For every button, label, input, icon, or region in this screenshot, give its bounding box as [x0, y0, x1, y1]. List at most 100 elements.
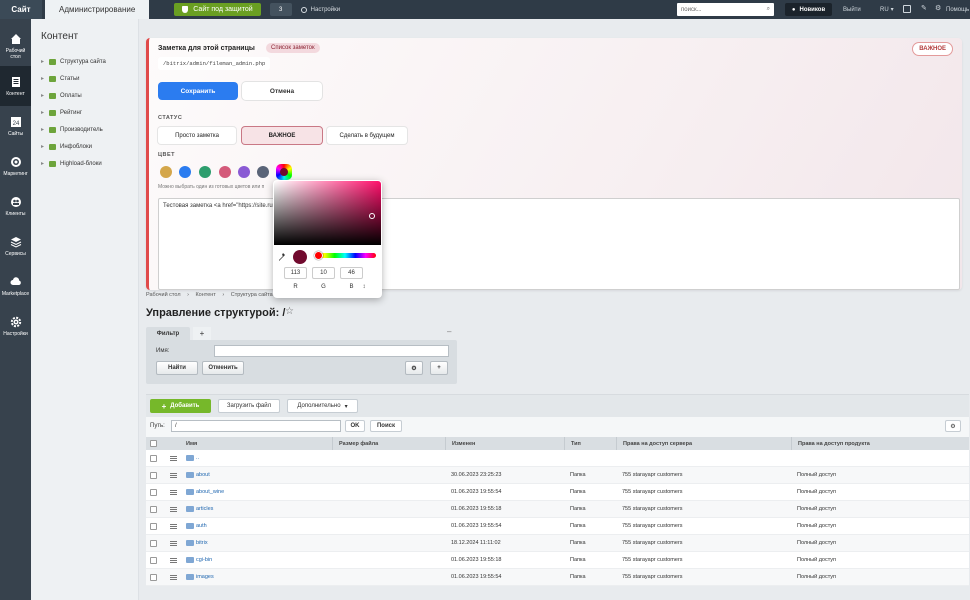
chevron-right-icon[interactable]: ▸ [41, 58, 47, 65]
row-menu-icon[interactable] [169, 557, 177, 563]
notifications-button[interactable]: 3 [269, 3, 292, 16]
eyedropper-icon[interactable] [279, 253, 285, 261]
row-checkbox[interactable] [149, 556, 157, 564]
filter-add-field-button[interactable]: + [430, 361, 448, 375]
row-menu-icon[interactable] [169, 472, 177, 478]
language-select[interactable]: RU ▾ [880, 0, 894, 19]
chevron-right-icon[interactable]: ▸ [41, 109, 47, 116]
row-checkbox[interactable] [149, 573, 157, 581]
tab-site[interactable]: Сайт [0, 0, 42, 19]
file-name-link[interactable]: auth [196, 523, 207, 529]
sidebar-item-settings[interactable]: Настройки [0, 306, 31, 346]
table-settings-button[interactable]: ⚙ [945, 420, 961, 432]
select-all-checkbox[interactable] [149, 440, 157, 447]
chevron-right-icon[interactable]: ▸ [41, 143, 47, 150]
row-menu-icon[interactable] [169, 506, 177, 512]
row-checkbox[interactable] [149, 488, 157, 496]
column-server-rights[interactable]: Права на доступ сервера [616, 437, 791, 450]
hue-slider[interactable] [314, 253, 376, 258]
settings-link[interactable]: Настройки [300, 6, 340, 13]
tree-item-manufacturer[interactable]: ▸ Производитель [31, 121, 138, 138]
name-filter-input[interactable] [214, 345, 449, 357]
reset-button[interactable]: Отменить [202, 361, 244, 375]
file-name-link[interactable]: about_wine [196, 489, 224, 495]
file-name-link[interactable]: cgi-bin [196, 557, 212, 563]
help-link[interactable]: Помощь [946, 0, 969, 19]
hue-slider-handle[interactable] [314, 251, 323, 260]
format-toggle-icon[interactable]: ↕ [357, 284, 371, 290]
user-button[interactable]: ● Новиков [785, 3, 832, 16]
blue-input[interactable]: 46 [340, 267, 363, 279]
table-row[interactable]: .. [146, 450, 969, 467]
upload-file-button[interactable]: Загрузить файл [218, 399, 280, 413]
panel-toggle-icon[interactable] [903, 5, 911, 13]
sv-cursor[interactable] [369, 213, 375, 219]
tab-filter[interactable]: Фильтр [146, 327, 190, 340]
tree-item-infoblocks[interactable]: ▸ Инфоблоки [31, 138, 138, 155]
sidebar-item-clients[interactable]: Клиенты [0, 186, 31, 226]
cancel-button[interactable]: Отмена [242, 82, 322, 100]
tree-item-highload[interactable]: ▸ Highload-блоки [31, 155, 138, 172]
red-input[interactable]: 113 [284, 267, 307, 279]
filter-settings-button[interactable]: ⚙ [405, 361, 423, 375]
sidebar-item-services[interactable]: Сервисы [0, 226, 31, 266]
table-row[interactable]: cgi-bin 01.06.2023 19:55:18 Папка 755 stara… [146, 552, 969, 569]
tree-item-payments[interactable]: ▸ Оплаты [31, 87, 138, 104]
color-swatch-blue[interactable] [179, 166, 191, 178]
custom-color-button[interactable] [276, 164, 292, 180]
row-menu-icon[interactable] [169, 574, 177, 580]
table-row[interactable]: about_wine 01.06.2023 19:55:54 Папка 755 st… [146, 484, 969, 501]
notes-list-link[interactable]: Список заметок [266, 43, 320, 53]
path-search-button[interactable]: Поиск [370, 420, 402, 432]
more-button[interactable]: Дополнительно ▾ [287, 399, 358, 413]
help-icon[interactable]: ⚙ [935, 4, 943, 12]
column-type[interactable]: Тип [564, 437, 616, 450]
tree-item-rating[interactable]: ▸ Рейтинг [31, 104, 138, 121]
table-row[interactable]: images 01.06.2023 19:55:54 Папка 755 staray… [146, 569, 969, 586]
sidebar-item-content[interactable]: Контент [0, 66, 31, 106]
file-name-link[interactable]: articles [196, 506, 213, 512]
breadcrumb-content[interactable]: Контент [195, 292, 215, 298]
color-swatch-purple[interactable] [238, 166, 250, 178]
status-option-simple[interactable]: Просто заметка [158, 127, 236, 144]
add-button[interactable]: + Добавить [150, 399, 211, 413]
file-name-link[interactable]: images [196, 574, 214, 580]
sidebar-item-marketing[interactable]: Маркетинг [0, 146, 31, 186]
file-name-link[interactable]: .. [196, 455, 199, 461]
path-input[interactable]: / [171, 420, 341, 432]
row-checkbox[interactable] [149, 471, 157, 479]
save-button[interactable]: Сохранить [158, 82, 238, 100]
status-option-future[interactable]: Сделать в будущем [327, 127, 407, 144]
chevron-right-icon[interactable]: ▸ [41, 126, 47, 133]
sidebar-item-sites[interactable]: 24 Сайты [0, 106, 31, 146]
row-menu-icon[interactable] [169, 523, 177, 529]
add-filter-button[interactable]: + [193, 327, 211, 340]
sidebar-item-marketplace[interactable]: Marketplace [0, 266, 31, 306]
file-name-link[interactable]: bitrix [196, 540, 208, 546]
column-product-rights[interactable]: Права на доступ продукта [791, 437, 951, 450]
status-option-important[interactable]: ВАЖНОЕ [242, 127, 322, 144]
color-swatch-pink[interactable] [219, 166, 231, 178]
row-menu-icon[interactable] [169, 489, 177, 495]
table-row[interactable]: auth 01.06.2023 19:55:54 Папка 755 starayap… [146, 518, 969, 535]
row-menu-icon[interactable] [169, 455, 177, 461]
color-swatch-gray[interactable] [257, 166, 269, 178]
color-swatch-green[interactable] [199, 166, 211, 178]
row-checkbox[interactable] [149, 539, 157, 547]
row-menu-icon[interactable] [169, 540, 177, 546]
row-checkbox[interactable] [149, 454, 157, 462]
chevron-right-icon[interactable]: ▸ [41, 92, 47, 99]
tab-admin[interactable]: Администрирование [45, 0, 150, 19]
saturation-value-area[interactable] [274, 181, 381, 245]
column-name[interactable]: Имя [186, 441, 332, 447]
breadcrumb-desktop[interactable]: Рабочий стол [146, 292, 181, 298]
row-checkbox[interactable] [149, 522, 157, 530]
breadcrumb-structure[interactable]: Структура сайта [231, 292, 273, 298]
secure-site-button[interactable]: Сайт под защитой [174, 3, 261, 16]
sidebar-item-desktop[interactable]: Рабочий стол [0, 26, 31, 66]
tree-item-articles[interactable]: ▸ Статьи [31, 70, 138, 87]
column-modified[interactable]: Изменен [445, 437, 564, 450]
table-row[interactable]: articles 01.06.2023 19:55:18 Папка 755 star… [146, 501, 969, 518]
color-swatch-yellow[interactable] [160, 166, 172, 178]
minimize-filter-button[interactable]: – [447, 327, 451, 336]
